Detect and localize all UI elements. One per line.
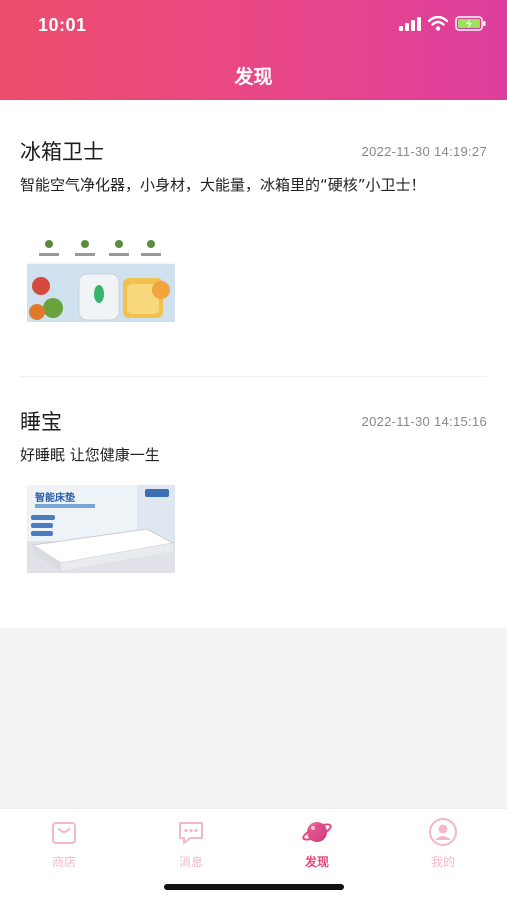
planet-icon	[302, 822, 332, 842]
tab-messages[interactable]: 消息	[151, 817, 231, 870]
wifi-icon	[428, 16, 448, 31]
post-title: 冰箱卫士	[20, 140, 104, 164]
feed-list: 冰箱卫士 2022-11-30 14:19:27 智能空气净化器，小身材，大能量…	[0, 100, 507, 628]
smart-mattress-product-image[interactable]: 智能床垫	[27, 485, 175, 573]
product-image-caption: 智能床垫	[35, 493, 75, 504]
feed-item[interactable]: 冰箱卫士 2022-11-30 14:19:27 智能空气净化器，小身材，大能量…	[0, 100, 507, 376]
tab-label: 消息	[178, 855, 203, 869]
post-title: 睡宝	[20, 410, 62, 434]
battery-charging-icon	[455, 16, 486, 31]
tab-label: 我的	[430, 855, 455, 869]
tab-label: 发现	[304, 855, 329, 869]
home-indicator	[164, 884, 344, 890]
post-description: 好睡眠 让您健康一生	[20, 446, 160, 464]
shop-bag-icon	[52, 822, 76, 844]
user-icon	[429, 818, 457, 846]
page-title: 发现	[234, 66, 273, 88]
post-time: 2022-11-30 14:15:16	[361, 414, 487, 429]
signal-icon	[399, 16, 421, 31]
header-bar: 10:01 发现	[0, 0, 507, 100]
tab-discover[interactable]: 发现	[277, 817, 357, 870]
tab-shop[interactable]: 商店	[24, 817, 104, 870]
message-icon	[179, 822, 203, 844]
fridge-purifier-product-image[interactable]	[27, 234, 175, 322]
status-time: 10:01	[38, 15, 87, 35]
status-icons	[399, 16, 487, 31]
tab-label: 商店	[51, 855, 76, 869]
tab-profile[interactable]: 我的	[403, 817, 483, 870]
feed-item[interactable]: 睡宝 2022-11-30 14:15:16 好睡眠 让您健康一生 智能床垫	[0, 376, 507, 628]
post-description: 智能空气净化器，小身材，大能量，冰箱里的“硬核”小卫士！	[20, 176, 426, 194]
post-time: 2022-11-30 14:19:27	[361, 144, 487, 159]
